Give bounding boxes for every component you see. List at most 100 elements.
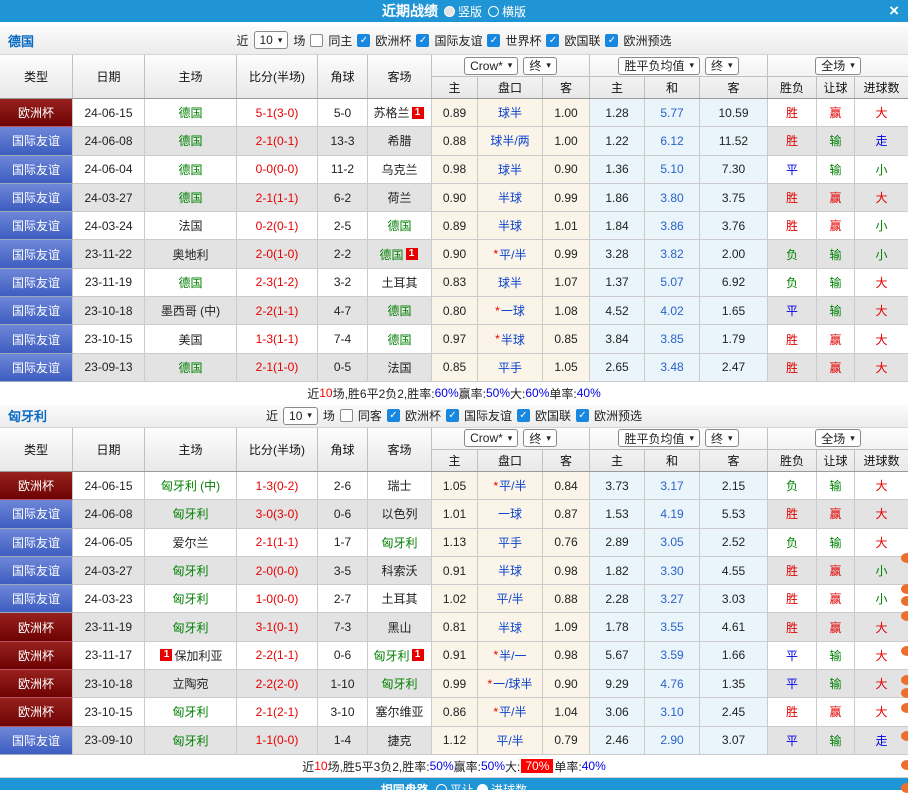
europe-final-select[interactable]: 终 ▾ (705, 429, 739, 448)
scope-select[interactable]: 全场 ▾ (815, 56, 861, 75)
result-cell: 平 (768, 155, 817, 184)
bottom-radio[interactable]: 平让 (435, 781, 474, 790)
corners-cell: 0-5 (318, 353, 368, 382)
type-cell: 国际友谊 (0, 585, 73, 614)
edge-marker (901, 611, 908, 621)
match-row[interactable]: 国际友谊 24-06-08 德国 2-1(0-1) 13-3 希腊 0.88 球半/两 1.00… (0, 127, 908, 156)
col-header-away: 客场 (368, 427, 432, 471)
result-cell: 胜 (768, 500, 817, 529)
team-label: 立陶宛 (172, 677, 209, 692)
match-count-select[interactable]: 10 ▾ (283, 406, 318, 425)
score-cell: 1-1(0-0) (237, 726, 318, 755)
competition-checkbox[interactable]: ✓ (357, 33, 371, 47)
date-cell: 24-06-15 (73, 99, 145, 128)
handicap-result-cell: 赢 (817, 325, 855, 354)
match-row[interactable]: 国际友谊 23-11-22 奥地利 2-0(1-0) 2-2 德国 1 0.90 * 平/半 0.9… (0, 240, 908, 269)
match-row[interactable]: 国际友谊 24-03-27 匈牙利 2-0(0-0) 3-5 科索沃 0.91 半球 0.98 1… (0, 556, 908, 586)
scope-select[interactable]: 全场 ▾ (815, 429, 861, 448)
result-cell: 负 (768, 240, 817, 269)
titlebar: 近期战绩 竖版 横版 × (0, 0, 908, 22)
odds-source-select[interactable]: Crow* ▾ (464, 56, 519, 75)
match-row[interactable]: 欧洲杯 24-06-15 匈牙利 (中) 1-3(0-2) 2-6 瑞士 1.05 * 平/半 0… (0, 471, 908, 501)
handicap-cell: * 半球 (478, 325, 543, 354)
match-row[interactable]: 国际友谊 23-09-13 德国 2-1(1-0) 0-5 法国 0.85 平手 1.05 2.6… (0, 353, 908, 382)
goals-cell: 小 (855, 556, 908, 586)
eu-home-cell: 2.89 (590, 528, 645, 557)
home-team-cell: 匈牙利 (145, 698, 237, 727)
eu-home-cell: 1.86 (590, 183, 645, 213)
edge-marker (901, 731, 908, 741)
odds-final-select[interactable]: 终 ▾ (523, 56, 557, 75)
match-row[interactable]: 国际友谊 23-11-19 德国 2-3(1-2) 3-2 土耳其 0.83 球半 1.07 1.… (0, 268, 908, 298)
europe-final-select[interactable]: 终 ▾ (705, 56, 739, 75)
match-row[interactable]: 国际友谊 24-03-27 德国 2-1(1-1) 6-2 荷兰 0.90 半球 0.99 1.8… (0, 183, 908, 213)
match-row[interactable]: 欧洲杯 23-10-15 匈牙利 2-1(2-1) 3-10 塞尔维亚 0.86 * 平/半 1.… (0, 698, 908, 727)
close-icon[interactable]: × (889, 1, 899, 21)
eu-away-cell: 2.52 (700, 528, 768, 557)
match-row[interactable]: 国际友谊 23-10-18 墨西哥 (中) 2-2(1-1) 4-7 德国 0.80 * 一球 1… (0, 297, 908, 326)
competition-checkbox[interactable]: ✓ (445, 409, 459, 423)
competition-checkbox[interactable]: ✓ (605, 33, 619, 47)
match-row[interactable]: 国际友谊 24-06-05 爱尔兰 2-1(1-1) 1-7 匈牙利 1.13 平手 0.76 2… (0, 528, 908, 557)
team-label: 德国 (178, 360, 203, 375)
competition-checkbox[interactable]: ✓ (575, 409, 589, 423)
odds-final-select[interactable]: 终 ▾ (523, 429, 557, 448)
competition-checkbox[interactable]: ✓ (386, 409, 400, 423)
match-row[interactable]: 国际友谊 24-03-23 匈牙利 1-0(0-0) 2-7 土耳其 1.02 平/半 0.88… (0, 585, 908, 614)
competition-checkbox[interactable]: ✓ (516, 409, 530, 423)
type-cell: 国际友谊 (0, 528, 73, 557)
layout-radio-vertical[interactable]: 竖版 (443, 3, 482, 20)
corners-cell: 7-4 (318, 325, 368, 354)
goals-cell: 大 (855, 183, 908, 213)
match-row[interactable]: 欧洲杯 24-06-15 德国 5-1(3-0) 5-0 苏格兰 1 0.89 球半 1.00 1.… (0, 99, 908, 128)
date-cell: 24-03-23 (73, 585, 145, 614)
odds-away-cell: 0.99 (543, 183, 590, 213)
odds-source-select[interactable]: Crow* ▾ (464, 429, 519, 448)
chevron-down-icon: ▾ (728, 432, 733, 443)
away-team-cell: 土耳其 (368, 268, 432, 298)
team-label: 土耳其 (381, 592, 418, 607)
date-cell: 23-11-17 (73, 641, 145, 671)
match-row[interactable]: 国际友谊 24-03-24 法国 0-2(0-1) 2-5 德国 0.89 半球 1.01 1.8… (0, 212, 908, 241)
handicap-text: 平/半 (499, 479, 527, 494)
select-value: 终 (529, 59, 542, 73)
bottom-radio[interactable]: 进球数 (477, 781, 527, 790)
eu-away-cell: 7.30 (700, 155, 768, 184)
match-row[interactable]: 国际友谊 24-06-08 匈牙利 3-0(3-0) 0-6 以色列 1.01 一球 0.87 1… (0, 500, 908, 529)
eu-draw-cell: 3.59 (645, 641, 700, 671)
competition-checkbox[interactable]: ✓ (546, 33, 560, 47)
match-row[interactable]: 欧洲杯 23-11-17 1 保加利亚 2-2(1-1) 0-6 匈牙利 1 0.91 * 半/一 0… (0, 641, 908, 671)
team-label: 匈牙利 (172, 564, 209, 578)
score-cell: 3-1(0-1) (237, 613, 318, 642)
match-row[interactable]: 欧洲杯 23-10-18 立陶宛 2-2(2-0) 1-10 匈牙利 0.99 * 一/球半 0.… (0, 670, 908, 699)
match-count-select[interactable]: 10 ▾ (253, 31, 289, 49)
same-side-checkbox[interactable] (339, 409, 353, 423)
layout-radio-horizontal[interactable]: 横版 (488, 3, 526, 20)
team-label: 墨西哥 (中) (160, 304, 221, 319)
type-cell: 欧洲杯 (0, 99, 73, 128)
competition-checkbox[interactable]: ✓ (416, 33, 430, 47)
away-team-cell: 希腊 (368, 127, 432, 156)
handicap-cell: * 平/半 (478, 471, 543, 501)
competition-checkbox[interactable]: ✓ (487, 33, 501, 47)
team-label: 乌克兰 (381, 162, 418, 177)
match-row[interactable]: 欧洲杯 23-11-19 匈牙利 3-1(0-1) 7-3 黑山 0.81 半球 1.09 1.7… (0, 613, 908, 642)
same-side-checkbox[interactable] (310, 33, 324, 47)
handicap-cell: 半球 (478, 183, 543, 213)
match-row[interactable]: 国际友谊 23-09-10 匈牙利 1-1(0-0) 1-4 捷克 1.12 平/半 0.79 2… (0, 726, 908, 755)
col-header-goals: 进球数 (863, 453, 900, 468)
handicap-result-cell: 赢 (817, 698, 855, 727)
match-row[interactable]: 国际友谊 24-06-04 德国 0-0(0-0) 11-2 乌克兰 0.98 球半 0.90 1… (0, 155, 908, 184)
chevron-down-icon: ▾ (507, 432, 513, 443)
team-name: 德国 (8, 33, 35, 49)
match-row[interactable]: 国际友谊 23-10-15 美国 1-3(1-1) 7-4 德国 0.97 * 半球 0.85 3.… (0, 325, 908, 354)
home-team-cell: 匈牙利 (145, 585, 237, 614)
handicap-result-cell: 赢 (817, 500, 855, 529)
away-team-cell: 德国 (368, 325, 432, 354)
handicap-cell: 球半 (478, 99, 543, 128)
handicap-text: 平/半 (499, 247, 527, 262)
europe-source-select[interactable]: 胜平负均值 ▾ (618, 429, 700, 448)
team-label: 匈牙利 (172, 733, 209, 748)
col-header-away: 客场 (368, 55, 432, 98)
europe-source-select[interactable]: 胜平负均值 ▾ (618, 56, 700, 75)
